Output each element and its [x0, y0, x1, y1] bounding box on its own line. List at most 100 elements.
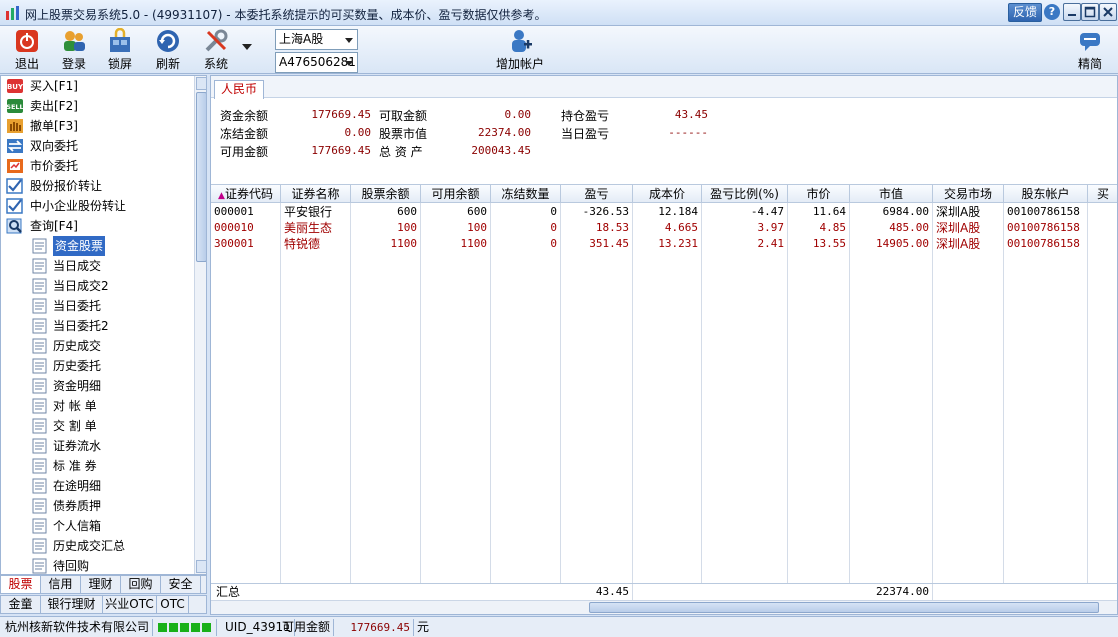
column-header[interactable]: 盈亏 [561, 185, 633, 203]
currency-unit: 元 [417, 620, 430, 634]
toolbar: 退出 登录 锁屏 刷新 系统 上海A股 A476506281 增加帐户 精简 [0, 26, 1118, 74]
currency-tab-rmb[interactable]: 人民币 [214, 80, 265, 99]
tree-item-label: 资金股票 [53, 236, 106, 256]
document-icon [31, 538, 49, 554]
column-divider [1087, 203, 1088, 583]
cell-available: 1100 [421, 236, 491, 252]
tree-item-label: 当日成交2 [53, 279, 109, 293]
holding-pl-value: 43.45 [674, 108, 708, 121]
checkbox-icon [6, 178, 24, 194]
column-header[interactable]: 冻结数量 [491, 185, 561, 203]
cell-name: 平安银行 [281, 204, 351, 220]
refresh-button[interactable]: 刷新 [148, 28, 188, 72]
column-header-label: 成本价 [648, 187, 685, 201]
refresh-icon [157, 30, 179, 52]
chevron-down-icon [345, 61, 353, 66]
withdrawable-value: 0.00 [504, 108, 532, 121]
market-select[interactable]: 上海A股 [275, 29, 358, 50]
tree-item-label: 中小企业股份转让 [30, 199, 127, 213]
cell-pl: 351.45 [561, 236, 633, 252]
minimize-button[interactable] [1063, 3, 1081, 21]
scroll-thumb[interactable] [589, 602, 1099, 613]
exit-button[interactable]: 退出 [7, 28, 47, 72]
column-header[interactable]: 证券名称 [281, 185, 351, 203]
category-tab[interactable]: 兴业OTC [103, 596, 157, 613]
column-divider [490, 203, 491, 583]
category-tab[interactable]: 安全 [161, 576, 201, 593]
status-bar: 杭州核新软件技术有限公司 UID_43911 可用金额 177669.45 元 [0, 616, 1118, 637]
company-name: 杭州核新软件技术有限公司 [2, 619, 154, 636]
tree-item-label: 历史委托 [53, 359, 102, 373]
column-divider [560, 203, 561, 583]
tree-item-label: 债券质押 [53, 499, 102, 513]
cell-frozen: 0 [491, 204, 561, 220]
total-assets-value: 200043.45 [471, 144, 531, 157]
category-tab[interactable]: 金童 [1, 596, 41, 613]
document-icon [31, 358, 49, 374]
cell-market: 深圳A股 [933, 236, 1004, 252]
category-tab[interactable]: 回购 [121, 576, 161, 593]
scroll-thumb[interactable] [196, 92, 206, 262]
lock-screen-button[interactable]: 锁屏 [100, 28, 140, 72]
cell-account: 00100786158 [1004, 236, 1088, 252]
table-row[interactable]: 000001 平安银行 600 600 0 -326.53 12.184 -4.47 11.64… [211, 204, 1117, 220]
cell-frozen: 0 [491, 236, 561, 252]
column-header-label: 盈亏 [584, 187, 609, 201]
document-icon [31, 318, 49, 334]
category-tab[interactable]: OTC [157, 596, 189, 613]
document-icon [31, 458, 49, 474]
stock-value-label: 股票市值 [379, 127, 428, 141]
column-header-label: 买 [1096, 187, 1109, 201]
category-tabs-row2: 金童 银行理财 兴业OTC OTC [0, 595, 207, 614]
column-header[interactable]: ▲证券代码 [211, 185, 281, 203]
login-button[interactable]: 登录 [54, 28, 94, 72]
maximize-button[interactable] [1081, 3, 1099, 21]
tree-item-label: 交 割 单 [53, 419, 97, 433]
column-header[interactable]: 市值 [850, 185, 933, 203]
add-account-button[interactable]: 增加帐户 [495, 28, 545, 72]
cell-market: 深圳A股 [933, 204, 1004, 220]
column-divider [632, 203, 633, 583]
cell-cost: 13.231 [633, 236, 702, 252]
tree-item-label: 历史成交汇总 [53, 539, 126, 553]
column-header[interactable]: 交易市场 [933, 185, 1004, 203]
query-icon [6, 218, 24, 234]
column-header[interactable]: 可用余额 [421, 185, 491, 203]
sort-asc-icon: ▲ [218, 191, 225, 201]
account-select[interactable]: A476506281 [275, 52, 358, 73]
stock-value-value: 22374.00 [478, 126, 531, 139]
system-dropdown-arrow-icon[interactable] [242, 44, 252, 50]
category-tab[interactable]: 股票 [1, 576, 41, 593]
cell-value: 14905.00 [850, 236, 933, 252]
column-header[interactable]: 股票余额 [351, 185, 421, 203]
frozen-value: 0.00 [344, 126, 372, 139]
scroll-up-icon[interactable] [196, 77, 206, 90]
column-header[interactable]: 盈亏比例(%) [702, 185, 788, 203]
simple-mode-button[interactable]: 精简 [1070, 28, 1110, 72]
column-header[interactable]: 市价 [788, 185, 850, 203]
cell-name: 特锐德 [281, 236, 351, 252]
close-button[interactable] [1099, 3, 1117, 21]
table-horizontal-scrollbar[interactable] [211, 600, 1117, 614]
table-row[interactable]: 000010 美丽生态 100 100 0 18.53 4.665 3.97 4.85 485.0… [211, 220, 1117, 236]
cell-pl_ratio: 2.41 [702, 236, 788, 252]
help-icon[interactable]: ? [1044, 4, 1060, 20]
tree-scrollbar[interactable] [194, 76, 206, 574]
cell-cost: 12.184 [633, 204, 702, 220]
category-tab[interactable]: 银行理财 [41, 596, 103, 613]
function-tree: BUY 买入[F1] SELL 卖出[F2] 撤单[F3] 双向委托 市价委托 股份报价转让中… [0, 75, 207, 575]
tree-item-label: 股份报价转让 [30, 179, 103, 193]
available-value: 177669.45 [311, 144, 371, 157]
cell-available: 100 [421, 220, 491, 236]
category-tab[interactable]: 信用 [41, 576, 81, 593]
table-row[interactable]: 300001 特锐德 1100 1100 0 351.45 13.231 2.41 13.55 1… [211, 236, 1117, 252]
category-tab[interactable]: 理财 [81, 576, 121, 593]
system-button[interactable]: 系统 [196, 28, 236, 72]
cell-pl_ratio: 3.97 [702, 220, 788, 236]
column-header[interactable]: 股东帐户 [1004, 185, 1088, 203]
scroll-down-icon[interactable] [196, 560, 206, 573]
feedback-button[interactable]: 反馈 [1008, 3, 1042, 22]
column-header[interactable]: 成本价 [633, 185, 702, 203]
checkbox-icon [6, 198, 24, 214]
column-header[interactable]: 买 [1088, 185, 1117, 203]
